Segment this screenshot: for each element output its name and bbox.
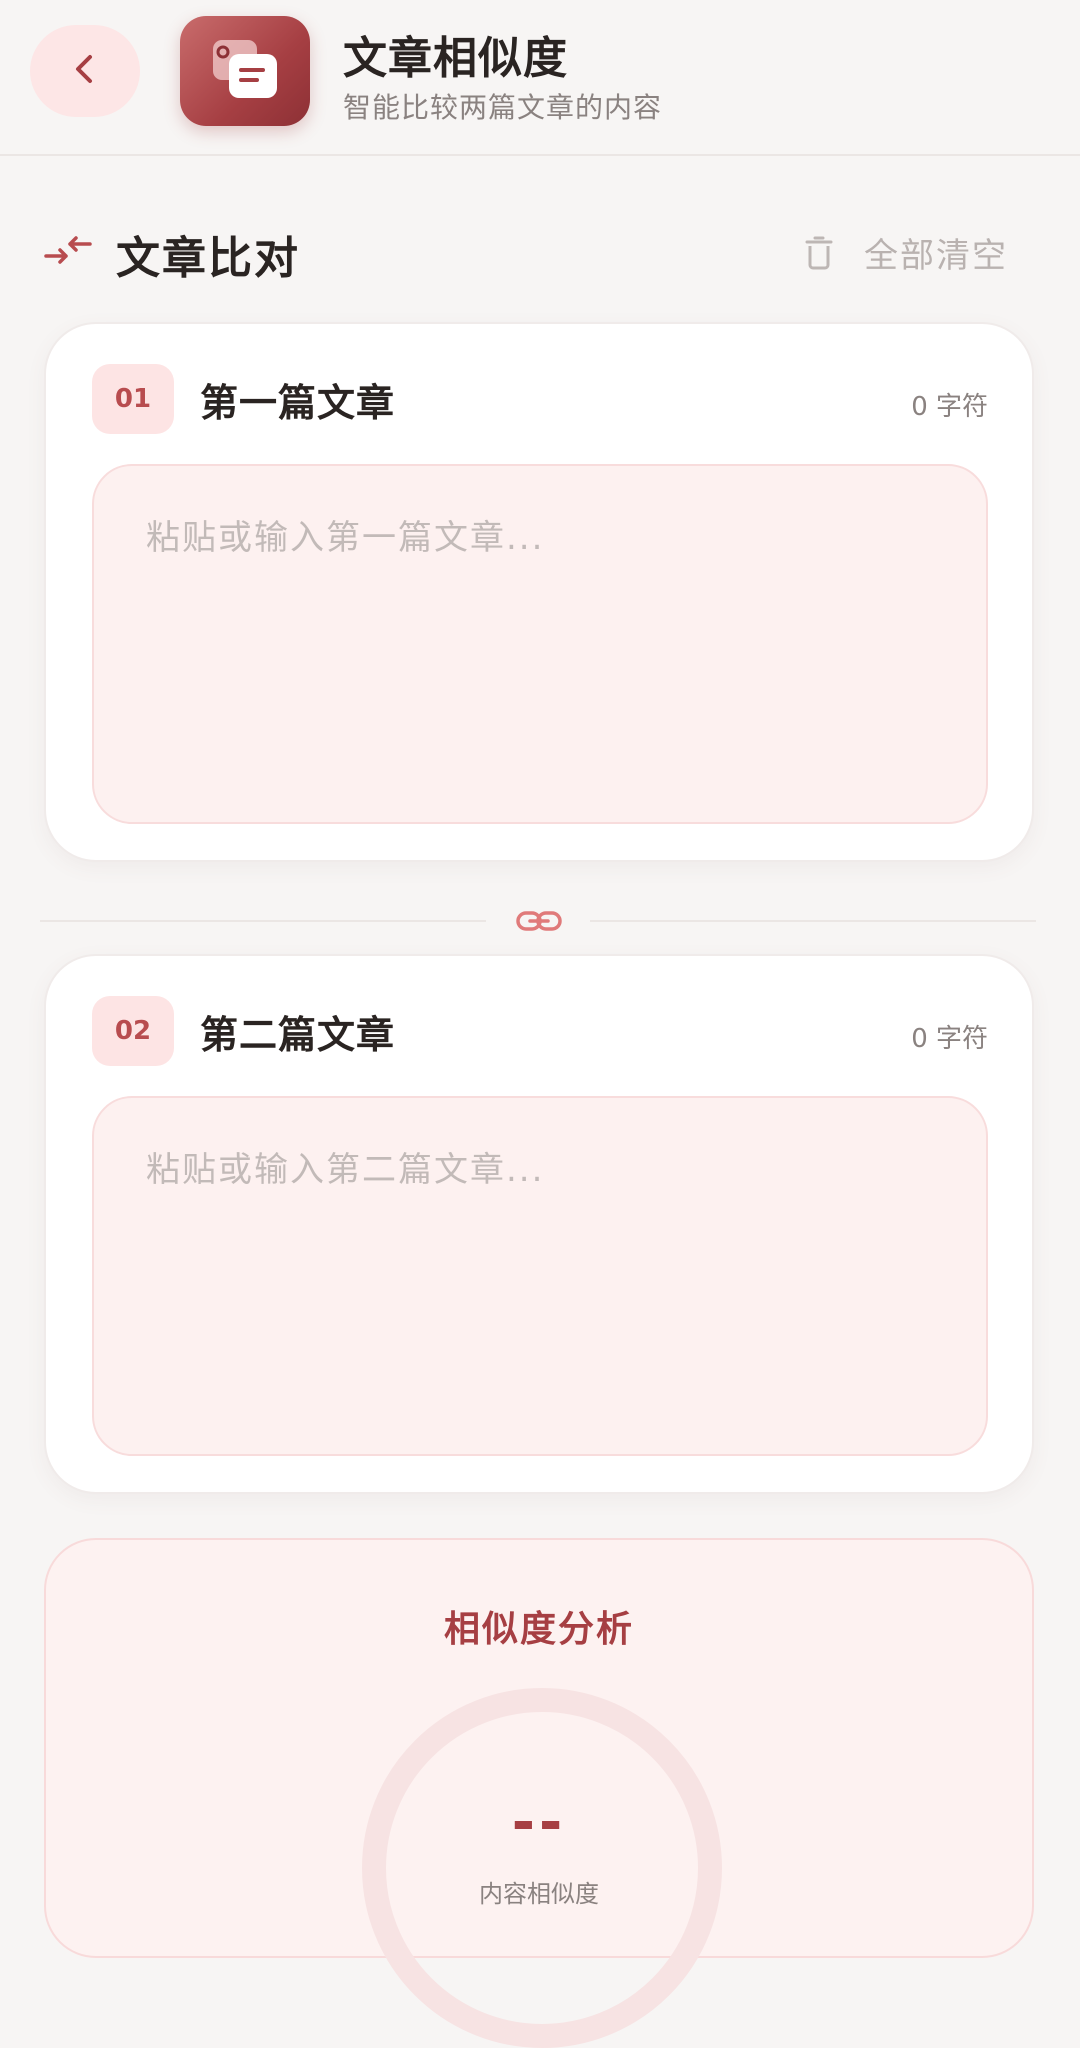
analysis-title: 相似度分析 — [443, 1609, 634, 1650]
similarity-ring — [362, 1688, 722, 2048]
app-subtitle: 智能比较两篇文章的内容 — [343, 91, 663, 124]
divider-line-right — [590, 920, 1036, 922]
chevron-left-icon — [65, 49, 105, 93]
back-button[interactable] — [30, 25, 140, 117]
similarity-analysis-card: 相似度分析 -- 内容相似度 — [44, 1538, 1034, 2048]
app-title: 文章相似度 — [343, 33, 568, 84]
app-logo — [180, 16, 310, 126]
divider-line-left — [40, 920, 486, 922]
app-header: 文章相似度 智能比较两篇文章的内容 — [0, 0, 1080, 156]
similarity-score: -- — [511, 1790, 567, 1855]
article-number-badge: 01 — [92, 364, 174, 434]
article-title: 第二篇文章 — [200, 1013, 396, 1057]
article-1-input[interactable] — [92, 464, 988, 824]
section-header: 文章比对 全部清空 — [44, 222, 1044, 284]
article-card-1: 01 第一篇文章 0 字符 — [44, 322, 1034, 862]
article-card-2: 02 第二篇文章 0 字符 — [44, 954, 1034, 1494]
char-count: 0 字符 — [911, 392, 988, 422]
char-count: 0 字符 — [911, 1024, 988, 1054]
similarity-label: 内容相似度 — [479, 1880, 599, 1908]
clear-all-label: 全部清空 — [864, 236, 1008, 276]
document-compare-icon — [205, 34, 285, 108]
clear-all-button[interactable]: 全部清空 — [804, 228, 1008, 277]
article-title: 第一篇文章 — [200, 381, 396, 425]
card-divider — [40, 906, 1040, 936]
trash-icon — [804, 235, 834, 271]
article-number-badge: 02 — [92, 996, 174, 1066]
section-title: 文章比对 — [116, 233, 300, 284]
link-icon — [514, 906, 564, 936]
article-2-input[interactable] — [92, 1096, 988, 1456]
compare-arrows-icon — [44, 230, 92, 270]
